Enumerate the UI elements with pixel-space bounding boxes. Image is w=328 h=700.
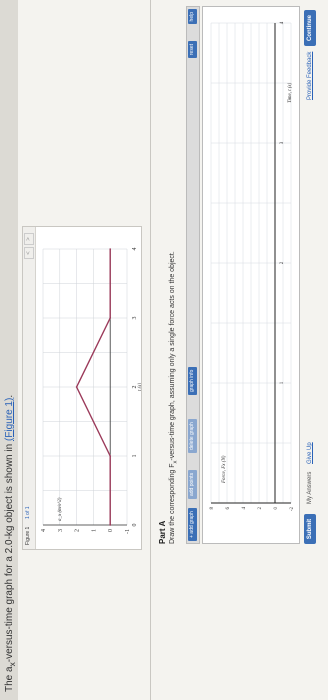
x-tick-label: 4 <box>132 248 138 251</box>
data-point <box>75 386 78 388</box>
y-tick-label: 2 <box>75 529 81 532</box>
y-axis-label: a_x (m/s^2) <box>58 497 63 521</box>
y-tick-label: 6 <box>226 507 231 510</box>
prompt-end: . <box>4 394 15 398</box>
reset-button[interactable]: reset <box>188 41 197 59</box>
y-tick-label: 2 <box>258 507 263 510</box>
provide-feedback-link[interactable]: Provide Feedback <box>307 52 313 100</box>
prompt-text: The a <box>4 666 15 692</box>
help-button[interactable]: help <box>188 9 197 25</box>
y-tick-label: 1 <box>91 529 97 532</box>
add-points-button[interactable]: add points <box>188 469 197 499</box>
instr-text-2: -versus-time graph, assuming only a sing… <box>169 251 176 461</box>
graph-toolbar: + add graph add points delete graph grap… <box>186 6 200 544</box>
prompt-subscript: x <box>7 662 17 667</box>
part-a-title: Part A <box>158 520 167 544</box>
prev-figure-button[interactable]: < <box>24 247 34 259</box>
rotated-screen: The ax-versus-time graph for a 2.0-kg ob… <box>0 0 328 700</box>
y-tick-label: -2 <box>290 507 295 512</box>
y-tick-label: 4 <box>242 507 247 510</box>
submit-button[interactable]: Submit <box>304 514 316 544</box>
y-tick-label: 3 <box>58 529 64 532</box>
problem-prompt: The ax-versus-time graph for a 2.0-kg ob… <box>4 395 17 692</box>
force-graph-canvas[interactable]: -2 0 2 4 6 8 1 2 3 4 Time, t (s) Force, Fx (N) <box>203 7 299 543</box>
figure-panel: Figure 1 1 of 1 <> -10123401234t (s)a_x … <box>22 226 142 550</box>
figure-link[interactable]: (Figure 1) <box>4 398 15 441</box>
x-tick-label: 3 <box>280 141 285 144</box>
y-tick-label: 4 <box>41 529 47 532</box>
give-up-link[interactable]: Give Up <box>307 442 313 464</box>
data-point <box>109 248 111 250</box>
x-tick-label: 0 <box>132 524 138 527</box>
prompt-text-2: -versus-time graph for a 2.0-kg object i… <box>4 441 15 663</box>
y-tick-label: 0 <box>108 529 114 532</box>
x-axis-label: t (s) <box>138 383 141 391</box>
problem-bar: The ax-versus-time graph for a 2.0-kg ob… <box>0 0 18 700</box>
next-figure-button[interactable]: > <box>24 233 34 245</box>
figure-nav-arrows: <> <box>24 233 34 261</box>
answer-graph-panel[interactable]: -2 0 2 4 6 8 1 2 3 4 Time, t (s) Force, Fx (N) <box>202 6 300 544</box>
instr-text: Draw the corresponding F <box>169 463 176 544</box>
y-tick-label: 8 <box>210 507 215 510</box>
x-tick-label: 2 <box>280 261 285 264</box>
data-point <box>109 524 111 526</box>
y-tick-label: -1 <box>125 529 131 534</box>
data-point <box>109 455 111 457</box>
x-axis-label: Time, t (s) <box>288 83 293 103</box>
y-axis-label: Force, Fx (N) <box>222 455 227 484</box>
delete-graph-button[interactable]: delete graph <box>188 419 197 453</box>
continue-button[interactable]: Continue <box>304 10 316 46</box>
figure-tab[interactable]: Figure 1 <box>25 527 31 545</box>
x-tick-label: 1 <box>280 381 285 384</box>
data-point <box>109 317 111 319</box>
add-graph-button[interactable]: + add graph <box>188 508 197 541</box>
my-answers-link[interactable]: My Answers <box>307 472 313 504</box>
graph-info-button[interactable]: graph info <box>188 366 197 395</box>
x-tick-label: 4 <box>280 21 285 24</box>
y-tick-label: 0 <box>274 507 279 510</box>
panel-divider <box>150 0 151 700</box>
part-a-instructions: Draw the corresponding Fx-versus-time gr… <box>168 4 180 544</box>
x-tick-label: 3 <box>132 317 138 320</box>
acceleration-graph: -10123401234t (s)a_x (m/s^2) <box>41 248 141 535</box>
figure-pagination: 1 of 1 <box>25 506 31 519</box>
x-tick-label: 1 <box>132 455 138 458</box>
